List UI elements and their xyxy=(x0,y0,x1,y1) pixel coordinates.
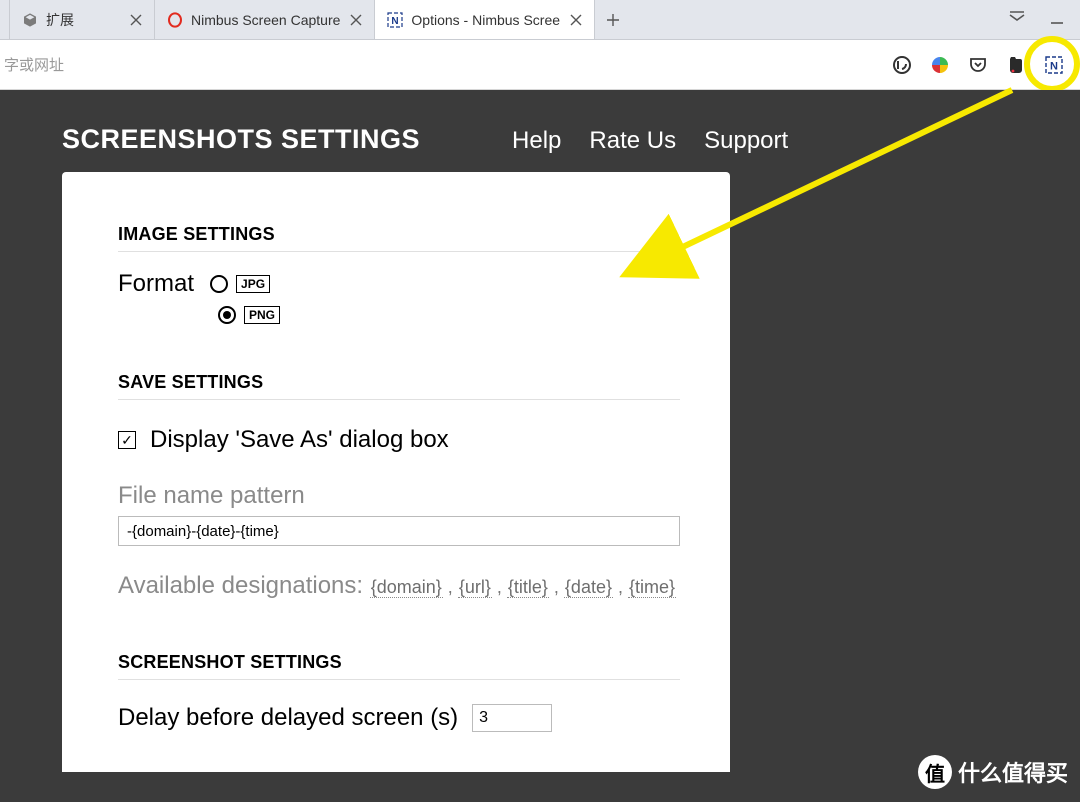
radio-icon xyxy=(210,275,228,293)
format-tag: JPG xyxy=(236,275,270,293)
section-save-settings: SAVE SETTINGS xyxy=(118,372,680,400)
nimbus-extension-icon[interactable]: N xyxy=(1044,55,1064,75)
file-name-pattern-label: File name pattern xyxy=(118,482,680,510)
tab-options-nimbus[interactable]: N Options - Nimbus Scree xyxy=(375,0,595,39)
format-tag: PNG xyxy=(244,306,280,324)
page-title: SCREENSHOTS SETTINGS xyxy=(62,124,420,155)
opera-icon xyxy=(167,12,183,28)
minimize-button[interactable] xyxy=(1048,9,1066,30)
available-label: Available designations: xyxy=(118,572,363,599)
display-save-as-label: Display 'Save As' dialog box xyxy=(150,426,449,454)
radio-icon xyxy=(218,306,236,324)
tab-label: 扩展 xyxy=(46,10,120,30)
watermark-badge: 值 xyxy=(918,755,952,789)
new-tab-button[interactable] xyxy=(595,0,631,39)
tab-label: Options - Nimbus Scree xyxy=(411,12,560,28)
tab-nimbus-capture[interactable]: Nimbus Screen Capture xyxy=(155,0,375,39)
format-row: Format JPG xyxy=(118,270,680,298)
tab-extensions[interactable]: 扩展 xyxy=(10,0,155,39)
format-label: Format xyxy=(118,270,194,298)
token-domain[interactable]: {domain} xyxy=(370,577,443,598)
svg-text:N: N xyxy=(1050,60,1058,72)
token-url[interactable]: {url} xyxy=(458,577,492,598)
svg-text:N: N xyxy=(392,16,399,27)
tab-label: Nimbus Screen Capture xyxy=(191,12,340,28)
watermark-text: 什么值得买 xyxy=(958,756,1068,788)
delay-input[interactable] xyxy=(472,704,552,732)
settings-header: SCREENSHOTS SETTINGS Help Rate Us Suppor… xyxy=(0,90,1080,155)
token-title[interactable]: {title} xyxy=(507,577,549,598)
nav-help[interactable]: Help xyxy=(512,127,561,155)
nav-support[interactable]: Support xyxy=(704,127,788,155)
delay-row: Delay before delayed screen (s) xyxy=(118,704,680,732)
close-icon[interactable] xyxy=(568,12,584,28)
section-screenshot-settings: SCREENSHOT SETTINGS xyxy=(118,652,680,680)
address-bar: 字或网址 N xyxy=(0,40,1080,90)
section-image-settings: IMAGE SETTINGS xyxy=(118,224,680,252)
evernote-icon[interactable] xyxy=(1006,55,1026,75)
tab-menu-icon[interactable] xyxy=(1008,9,1026,30)
url-input[interactable]: 字或网址 xyxy=(0,50,878,80)
watermark: 值 什么值得买 xyxy=(918,755,1068,789)
cube-icon xyxy=(22,12,38,28)
display-save-as-row[interactable]: Display 'Save As' dialog box xyxy=(118,426,680,454)
header-nav: Help Rate Us Support xyxy=(512,127,788,155)
checkbox-icon xyxy=(118,431,136,449)
window-controls xyxy=(994,0,1080,39)
format-row-png: PNG xyxy=(218,306,680,324)
browser-tabstrip: 扩展 Nimbus Screen Capture N Options - Nim… xyxy=(0,0,1080,40)
format-option-jpg[interactable]: JPG xyxy=(210,275,270,293)
token-date[interactable]: {date} xyxy=(564,577,613,598)
close-icon[interactable] xyxy=(348,12,364,28)
format-option-png[interactable]: PNG xyxy=(218,306,280,324)
page-body: SCREENSHOTS SETTINGS Help Rate Us Suppor… xyxy=(0,90,1080,802)
settings-card: IMAGE SETTINGS Format JPG PNG SAVE SETTI… xyxy=(62,172,730,772)
available-designations: Available designations: {domain} , {url}… xyxy=(118,568,680,604)
pinwheel-icon[interactable] xyxy=(930,55,950,75)
close-icon[interactable] xyxy=(128,12,144,28)
pocket-icon[interactable] xyxy=(968,55,988,75)
delay-label: Delay before delayed screen (s) xyxy=(118,704,458,732)
nimbus-icon: N xyxy=(387,12,403,28)
noscript-icon[interactable] xyxy=(892,55,912,75)
nav-rate-us[interactable]: Rate Us xyxy=(589,127,676,155)
token-time[interactable]: {time} xyxy=(628,577,676,598)
file-name-pattern-input[interactable] xyxy=(118,516,680,546)
extension-icons: N xyxy=(878,55,1070,75)
